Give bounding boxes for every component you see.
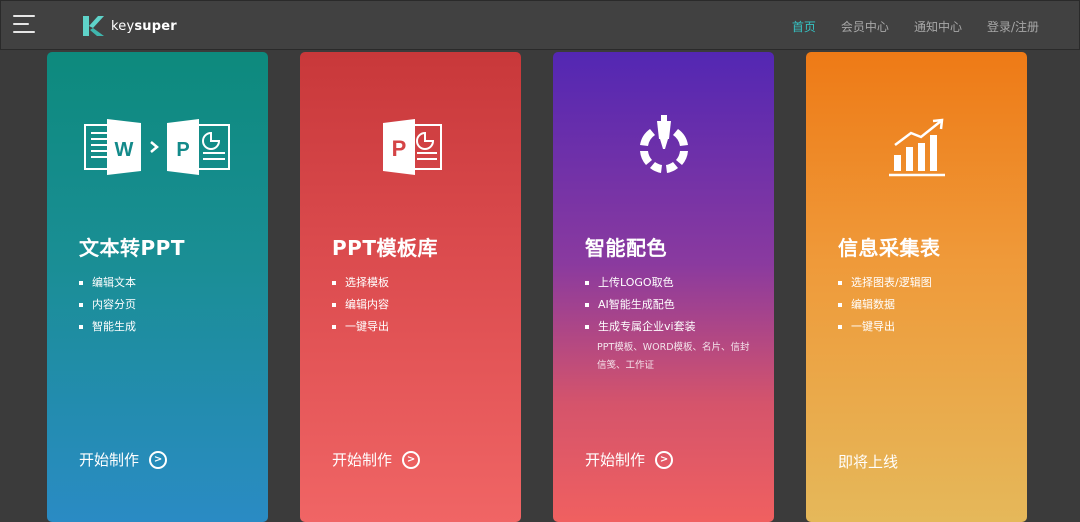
feature-list: 选择模板 编辑内容 一键导出 [332, 272, 389, 338]
coming-soon-label: 即将上线 [838, 453, 899, 471]
svg-text:P: P [176, 139, 189, 161]
brand-name: keysuper [111, 18, 177, 34]
svg-text:W: W [114, 139, 133, 161]
card-title: 智能配色 [585, 236, 667, 260]
chevron-right-icon: > [149, 450, 168, 469]
nav-member-center[interactable]: 会员中心 [841, 18, 889, 35]
list-item: AI智能生成配色 [585, 294, 696, 316]
card-text-to-ppt[interactable]: W P 文本转PPT 编辑文本 内容分页 智能生成 开始制作 > [47, 52, 268, 522]
nav-home[interactable]: 首页 [792, 18, 816, 35]
ppt-icon: P [300, 107, 521, 187]
chevron-right-icon: > [402, 450, 421, 469]
start-button-label: 开始制作 [585, 451, 646, 469]
list-item: 编辑数据 [838, 294, 932, 316]
start-button[interactable]: 开始制作 > [332, 449, 421, 470]
list-item: 内容分页 [79, 294, 136, 316]
start-button-label: 开始制作 [79, 451, 140, 469]
list-item: 编辑内容 [332, 294, 389, 316]
feature-list: 选择图表/逻辑图 编辑数据 一键导出 [838, 272, 932, 338]
card-title: PPT模板库 [332, 236, 438, 260]
top-navbar: keysuper 首页 会员中心 通知中心 登录/注册 [0, 0, 1080, 50]
list-item: 选择图表/逻辑图 [838, 272, 932, 294]
card-info-collection[interactable]: 信息采集表 选择图表/逻辑图 编辑数据 一键导出 即将上线 [806, 52, 1027, 522]
color-picker-icon [553, 107, 774, 187]
nav-login-register[interactable]: 登录/注册 [987, 18, 1039, 35]
list-item: 选择模板 [332, 272, 389, 294]
svg-text:P: P [391, 136, 406, 161]
start-button-label: 开始制作 [332, 451, 393, 469]
feature-note: PPT模板、WORD模板、名片、信封信笺、工作证 [597, 342, 750, 371]
list-item: 一键导出 [838, 316, 932, 338]
chevron-right-icon: > [655, 450, 674, 469]
bar-chart-icon [806, 107, 1027, 187]
list-item: 编辑文本 [79, 272, 136, 294]
list-item: 上传LOGO取色 [585, 272, 696, 294]
nav-notifications[interactable]: 通知中心 [914, 18, 962, 35]
main-nav: 首页 会员中心 通知中心 登录/注册 [767, 1, 1039, 51]
menu-icon[interactable] [13, 15, 35, 35]
list-item: 一键导出 [332, 316, 389, 338]
brand-logo[interactable]: keysuper [81, 13, 177, 39]
logo-icon [83, 16, 104, 36]
feature-list: 编辑文本 内容分页 智能生成 [79, 272, 136, 338]
card-smart-color[interactable]: 智能配色 上传LOGO取色 AI智能生成配色 生成专属企业vi套装 PPT模板、… [553, 52, 774, 522]
start-button[interactable]: 开始制作 > [585, 449, 674, 470]
list-item: 生成专属企业vi套装 [585, 316, 696, 338]
card-ppt-template-library[interactable]: P PPT模板库 选择模板 编辑内容 一键导出 开始制作 > [300, 52, 521, 522]
feature-list: 上传LOGO取色 AI智能生成配色 生成专属企业vi套装 [585, 272, 696, 338]
start-button[interactable]: 开始制作 > [79, 449, 168, 470]
card-title: 文本转PPT [79, 236, 185, 260]
card-title: 信息采集表 [838, 236, 941, 260]
list-item: 智能生成 [79, 316, 136, 338]
word-to-ppt-icon: W P [47, 107, 268, 187]
